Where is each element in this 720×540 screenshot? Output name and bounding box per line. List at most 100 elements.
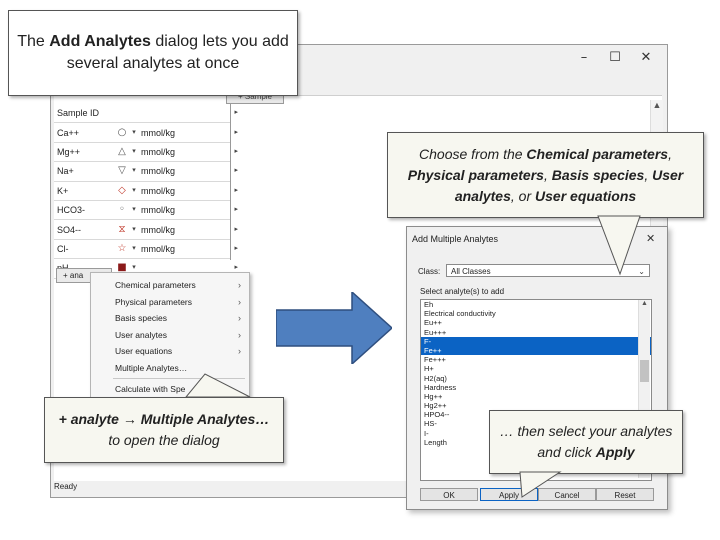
minimize-icon[interactable]: –	[570, 50, 598, 68]
row-arrow-icon: ▸	[234, 167, 238, 175]
row-arrow-icon: ▸	[234, 109, 238, 117]
callout-bold: Add Analytes	[49, 33, 151, 50]
list-item[interactable]: Eh	[421, 300, 651, 309]
list-item[interactable]: Hardness	[421, 383, 651, 392]
row-arrow-icon: ▸	[234, 206, 238, 214]
callout-bold: Physical parameters	[407, 166, 544, 183]
list-item[interactable]: H+	[421, 364, 651, 373]
symbol-icon[interactable]: ▽	[115, 162, 129, 180]
chevron-right-icon: ›	[238, 280, 241, 290]
callout-bold: Chemical parameters	[526, 145, 669, 162]
analyte-unit[interactable]: mmol/kg	[139, 221, 187, 239]
menu-item-label: Chemical parameters	[115, 280, 196, 290]
close-icon[interactable]: ✕	[632, 50, 660, 68]
list-item[interactable]: Fe+++	[421, 355, 651, 364]
symbol-icon[interactable]: ◦	[115, 201, 129, 219]
callout-bold: User equations	[535, 187, 637, 204]
scrollbar-thumb[interactable]	[640, 360, 649, 382]
analyte-name: HCO3-	[57, 205, 86, 216]
window-controls: – ☐ ✕	[570, 50, 660, 68]
chevron-right-icon: ›	[238, 313, 241, 323]
menu-item-label: User analytes	[115, 329, 167, 340]
callout-text: to open the dialog	[108, 432, 220, 448]
analyte-grid: Sample ID ▸ Ca++ ○ ▾ mmol/kg ▸ Mg++ △ ▾ mmol/kg ▸…	[54, 104, 238, 279]
analyte-unit[interactable]: mmol/kg	[139, 201, 187, 219]
menu-item[interactable]: Multiple Analytes…	[91, 360, 249, 377]
table-row[interactable]: Na+ ▽ ▾ mmol/kg ▸	[54, 162, 238, 182]
table-row[interactable]: Ca++ ○ ▾ mmol/kg ▸	[54, 123, 238, 143]
row-arrow-icon: ▸	[234, 225, 238, 233]
grid-header-label: Sample ID	[57, 108, 100, 119]
chevron-down-icon[interactable]: ▾	[129, 162, 139, 180]
list-item[interactable]: Eu++	[421, 318, 651, 327]
list-item[interactable]: Hg2++	[421, 401, 651, 410]
analyte-unit[interactable]: mmol/kg	[139, 124, 187, 142]
callout-text: ,	[543, 166, 552, 183]
analyte-name: Cl-	[57, 243, 69, 254]
analyte-unit[interactable]: mmol/kg	[139, 182, 187, 200]
callout-text: ,	[668, 145, 672, 162]
list-item[interactable]: F-	[421, 336, 651, 346]
row-arrow-icon: ▸	[234, 147, 238, 155]
table-row[interactable]: SO4-- ⧖ ▾ mmol/kg ▸	[54, 220, 238, 240]
chevron-down-icon[interactable]: ▾	[129, 221, 139, 239]
symbol-icon[interactable]: ☆	[115, 240, 129, 258]
dialog-close-icon[interactable]: ✕	[646, 232, 655, 245]
list-item[interactable]: H2(aq)	[421, 374, 651, 383]
list-item[interactable]: Hg++	[421, 392, 651, 401]
menu-item-label: Physical parameters	[115, 296, 193, 307]
reset-button[interactable]: Reset	[596, 488, 654, 501]
class-select-value: All Classes	[451, 267, 491, 276]
callout-add-analytes: The Add Analytes dialog lets you add sev…	[8, 10, 298, 96]
symbol-icon[interactable]: △	[115, 143, 129, 161]
analyte-name: Mg++	[57, 146, 81, 157]
menu-item-label: User equations	[115, 346, 173, 356]
chevron-right-icon: ›	[238, 329, 241, 340]
analyte-unit[interactable]: mmol/kg	[139, 162, 187, 180]
cancel-button[interactable]: Cancel	[538, 488, 596, 501]
menu-item[interactable]: Basis species ›	[91, 310, 249, 327]
list-item[interactable]: Electrical conductivity	[421, 309, 651, 318]
list-item[interactable]: Fe++	[421, 345, 651, 356]
menu-item-label: Multiple Analytes…	[115, 362, 188, 373]
row-arrow-icon: ▸	[234, 244, 238, 252]
table-row[interactable]: K+ ◇ ▾ mmol/kg ▸	[54, 181, 238, 201]
menu-item[interactable]: User analytes ›	[91, 327, 249, 344]
table-row[interactable]: Cl- ☆ ▾ mmol/kg ▸	[54, 239, 238, 260]
list-item[interactable]: Eu+++	[421, 328, 651, 337]
maximize-icon[interactable]: ☐	[601, 50, 629, 68]
chevron-down-icon[interactable]: ▾	[129, 201, 139, 219]
row-arrow-icon: ▸	[234, 128, 238, 136]
analyte-name: SO4--	[57, 224, 82, 235]
chevron-down-icon[interactable]: ▾	[129, 124, 139, 142]
symbol-icon[interactable]: ⧖	[115, 221, 129, 239]
status-bar-text: Ready	[54, 482, 78, 491]
chevron-down-icon[interactable]: ▾	[129, 182, 139, 200]
row-arrow-icon: ▸	[234, 186, 238, 194]
menu-item[interactable]: Chemical parameters ›	[91, 277, 249, 294]
table-row[interactable]: Mg++ △ ▾ mmol/kg ▸	[54, 142, 238, 163]
table-row[interactable]: HCO3- ◦ ▾ mmol/kg ▸	[54, 200, 238, 221]
menu-item[interactable]: User equations ›	[91, 343, 249, 360]
class-label: Class:	[418, 267, 441, 276]
menu-item-calculate[interactable]: Calculate with Spe	[91, 381, 249, 398]
class-select[interactable]: All Classes ⌄	[446, 264, 650, 277]
chevron-down-icon: ⌄	[638, 267, 645, 276]
apply-button[interactable]: Apply	[480, 488, 538, 501]
menu-item[interactable]: Physical parameters ›	[91, 294, 249, 311]
symbol-icon[interactable]: ◇	[115, 182, 129, 200]
menu-separator	[113, 378, 245, 379]
dialog-title: Add Multiple Analytes	[412, 234, 499, 244]
chevron-down-icon[interactable]: ▾	[129, 143, 139, 161]
analyte-unit[interactable]: mmol/kg	[139, 143, 187, 161]
add-analyte-menu: Chemical parameters › Physical parameters ›…	[90, 272, 250, 402]
analyte-unit[interactable]: mmol/kg	[139, 240, 187, 258]
scroll-up-icon[interactable]: ▲	[651, 100, 663, 110]
ok-button[interactable]: OK	[420, 488, 478, 501]
chevron-right-icon: ›	[238, 296, 241, 307]
menu-item-label: Basis species	[115, 313, 167, 323]
scroll-up-icon[interactable]: ▲	[639, 300, 650, 307]
chevron-down-icon[interactable]: ▾	[129, 240, 139, 258]
symbol-icon[interactable]: ○	[115, 124, 129, 142]
callout-apply: … then select your analytes and click Ap…	[489, 410, 683, 474]
